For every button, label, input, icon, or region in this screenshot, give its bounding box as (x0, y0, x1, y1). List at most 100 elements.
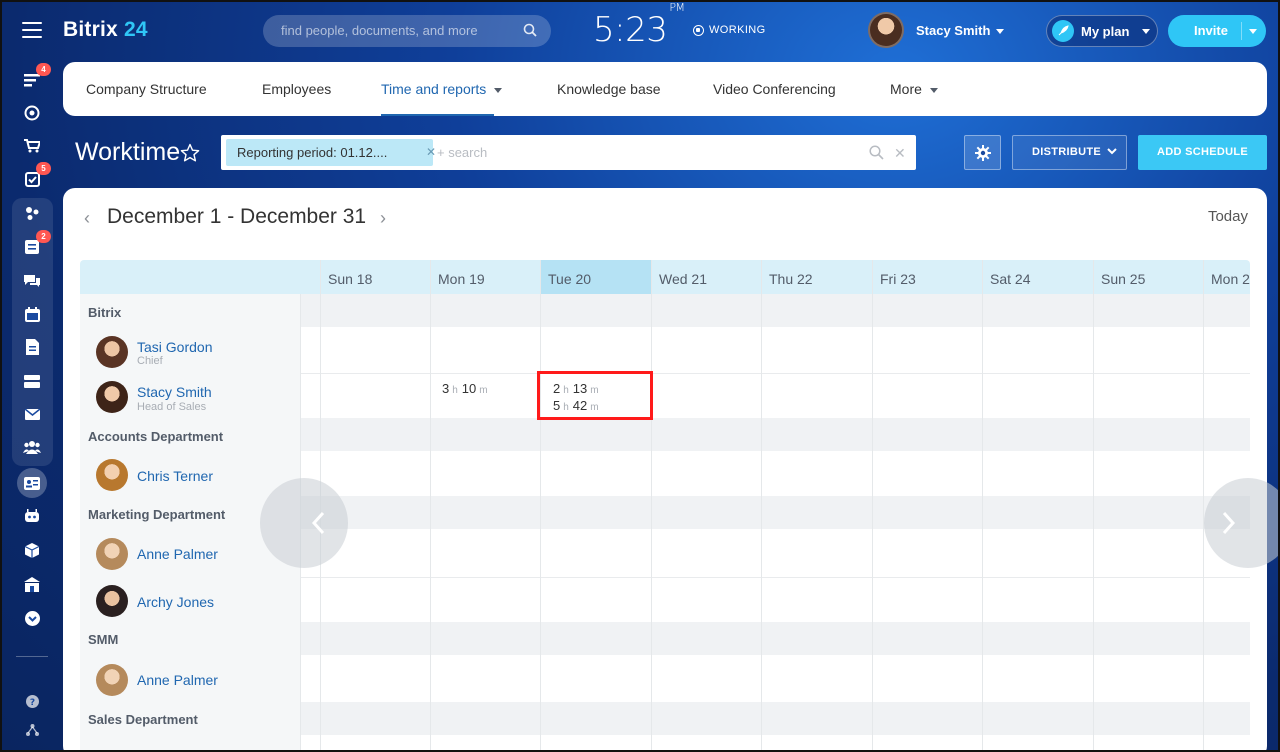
store-icon[interactable] (23, 576, 41, 592)
time-entry[interactable]: 3 h 10 m (442, 381, 492, 396)
filter-bar[interactable]: Reporting period: 01.12.... ✕ + search ✕ (221, 135, 916, 170)
day-header: Sat 24 (990, 271, 1031, 287)
top-nav: Company Structure Employees Time and rep… (63, 62, 1267, 116)
distribute-button[interactable]: DISTRIBUTE (1012, 135, 1127, 170)
work-status-label: WORKING (709, 24, 766, 36)
nav-more-label: More (890, 81, 922, 97)
mail-icon[interactable] (23, 406, 41, 422)
nav-time-and-reports-label: Time and reports (381, 81, 487, 97)
search-icon[interactable] (523, 23, 537, 37)
day-column[interactable] (540, 260, 541, 752)
chat-icon[interactable] (23, 273, 41, 289)
logo[interactable]: Bitrix 24 (63, 18, 148, 42)
avatar (96, 381, 128, 413)
minutes-unit: m (479, 385, 488, 396)
calendar-icon[interactable] (23, 306, 41, 322)
avatar (96, 585, 128, 617)
day-column[interactable] (872, 260, 873, 752)
day-header: Sun 25 (1101, 271, 1146, 287)
chevron-right-icon[interactable]: › (380, 208, 386, 229)
target-icon[interactable] (23, 105, 41, 121)
filter-search-input[interactable]: + search (437, 145, 487, 160)
today-button[interactable]: Today (1208, 208, 1248, 225)
employee-role: Head of Sales (137, 401, 207, 413)
tasks-icon[interactable]: 5 (23, 162, 51, 187)
time-entry[interactable]: 5 h 42 m (553, 398, 603, 413)
department-label: SMM (88, 632, 119, 647)
help-icon[interactable]: ? (23, 693, 41, 709)
department-label: Marketing Department (88, 507, 226, 522)
nav-company-structure[interactable]: Company Structure (86, 81, 207, 97)
filter-chip[interactable]: Reporting period: 01.12.... ✕ (226, 139, 436, 166)
employee-name[interactable]: Anne Palmer (137, 672, 218, 688)
nav-time-and-reports[interactable]: Time and reports (381, 81, 503, 97)
hours-unit: h (563, 402, 569, 413)
work-status[interactable]: WORKING (693, 24, 766, 36)
employee-name[interactable]: Anne Palmer (137, 546, 218, 562)
clock-time: 5:23 (593, 10, 668, 50)
day-column[interactable] (1203, 260, 1204, 752)
clock-ampm: PM (669, 0, 685, 14)
day-column[interactable] (1093, 260, 1094, 752)
period-title: December 1 - December 31 (107, 205, 367, 228)
avatar (96, 538, 128, 570)
nav-employees[interactable]: Employees (262, 81, 331, 97)
cart-icon[interactable] (23, 138, 41, 154)
hours-value: 5 (553, 398, 561, 413)
robot-icon[interactable] (23, 508, 41, 524)
left-rail: 4 5 2 ? (0, 62, 64, 752)
active-tab-indicator (381, 114, 494, 116)
rocket-icon (1052, 20, 1074, 42)
clock[interactable]: 5:23PM (593, 1, 685, 50)
nav-knowledge-base[interactable]: Knowledge base (557, 81, 661, 97)
department-label: Bitrix (88, 305, 122, 320)
chevron-down-icon[interactable] (1249, 29, 1257, 34)
time-entry[interactable]: 2 h 13 m (553, 381, 603, 396)
more-icon[interactable] (23, 610, 41, 626)
search-icon[interactable] (869, 145, 884, 160)
user-menu[interactable]: Stacy Smith (868, 12, 1005, 48)
invite-label: Invite (1194, 23, 1228, 38)
menu-icon[interactable] (22, 22, 42, 38)
rail-divider (16, 656, 48, 657)
day-header: Sun 18 (328, 271, 373, 287)
company-icon[interactable] (23, 475, 41, 491)
invite-button[interactable]: Invite (1168, 15, 1266, 47)
scroll-left-button[interactable] (260, 478, 348, 568)
day-column[interactable] (651, 260, 652, 752)
distribute-label: DISTRIBUTE (1032, 146, 1101, 158)
day-column[interactable] (761, 260, 762, 752)
my-plan-button[interactable]: My plan (1046, 15, 1158, 47)
day-column[interactable] (430, 260, 431, 752)
star-icon[interactable] (180, 143, 200, 163)
settings-button[interactable] (964, 135, 1001, 170)
nav-video-conferencing[interactable]: Video Conferencing (713, 81, 836, 97)
day-header: Mon 26 (1211, 271, 1250, 287)
employee-name[interactable]: Archy Jones (137, 594, 214, 610)
employee-name[interactable]: Tasi Gordon (137, 339, 212, 355)
employee-name[interactable]: Chris Terner (137, 468, 213, 484)
chevron-down-icon (494, 87, 503, 93)
clear-icon[interactable]: ✕ (894, 145, 906, 162)
feed-badge: 2 (36, 230, 51, 243)
day-column[interactable] (982, 260, 983, 752)
search-input[interactable]: find people, documents, and more (263, 15, 551, 47)
drive-icon[interactable] (23, 373, 41, 389)
group-icon[interactable] (23, 439, 41, 455)
employee-name[interactable]: Stacy Smith (137, 384, 212, 400)
gear-icon (974, 144, 991, 161)
department-label: Sales Department (88, 712, 198, 727)
day-header: Mon 19 (438, 271, 485, 287)
nav-more[interactable]: More (890, 81, 938, 97)
activity-stream-icon[interactable]: 4 (23, 63, 51, 88)
day-header: Fri 23 (880, 271, 916, 287)
box-icon[interactable] (23, 542, 41, 558)
minutes-value: 13 (572, 381, 588, 396)
sitemap-icon[interactable] (23, 722, 41, 738)
close-icon[interactable]: ✕ (425, 139, 437, 166)
add-schedule-button[interactable]: ADD SCHEDULE (1138, 135, 1267, 170)
crm-icon[interactable] (23, 205, 41, 221)
feed-icon[interactable]: 2 (23, 230, 51, 255)
document-icon[interactable] (23, 339, 41, 355)
chevron-left-icon[interactable]: ‹ (84, 208, 90, 229)
